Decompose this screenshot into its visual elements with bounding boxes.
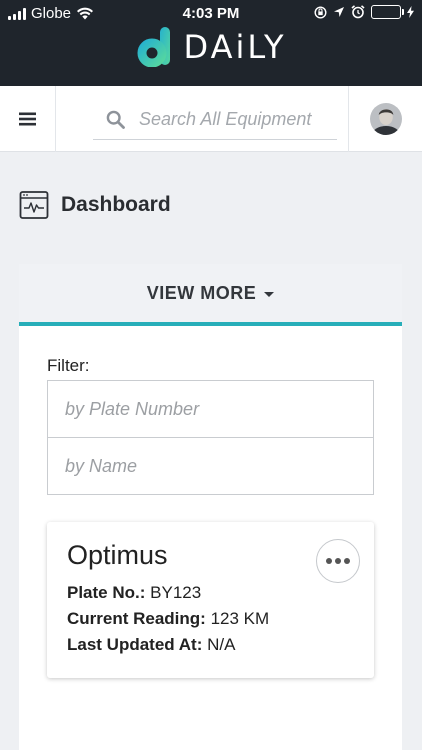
dashboard-header: Dashboard <box>19 190 171 220</box>
avatar-button[interactable] <box>348 86 422 152</box>
name-input[interactable] <box>48 438 373 494</box>
brand: DAiLY <box>0 24 422 70</box>
more-dot <box>344 558 350 564</box>
monitor-pulse-icon <box>19 191 49 219</box>
plate-filter-field[interactable] <box>47 380 374 438</box>
name-filter-field[interactable] <box>47 437 374 495</box>
search-bar[interactable] <box>93 100 337 140</box>
brand-name: DAiLY <box>183 28 287 66</box>
reading-label: Current Reading: <box>67 609 206 628</box>
navbar <box>0 86 422 152</box>
updated-value: N/A <box>207 635 236 654</box>
search-icon <box>106 110 125 129</box>
caret-down-icon <box>264 291 275 297</box>
plate-label: Plate No.: <box>67 583 146 602</box>
equipment-panel: Filter: Optimus Plate No.: BY123 Current… <box>19 326 402 750</box>
view-more-label: VIEW MORE <box>146 282 257 303</box>
equipment-card[interactable]: Optimus Plate No.: BY123 Current Reading… <box>47 522 374 678</box>
user-avatar[interactable] <box>369 102 403 136</box>
more-dot <box>326 558 332 564</box>
more-options-button[interactable] <box>316 539 360 583</box>
updated-row: Last Updated At: N/A <box>67 635 235 655</box>
charging-icon <box>407 6 414 18</box>
reading-value: 123 KM <box>210 609 270 628</box>
plate-number-input[interactable] <box>48 381 373 437</box>
view-more-button[interactable]: VIEW MORE <box>19 264 402 326</box>
updated-label: Last Updated At: <box>67 635 203 654</box>
status-right <box>314 5 414 19</box>
location-icon <box>334 7 344 17</box>
equipment-name: Optimus <box>67 540 168 570</box>
page-title: Dashboard <box>61 193 171 216</box>
battery-icon <box>371 5 404 19</box>
filter-label: Filter: <box>47 356 90 375</box>
plate-row: Plate No.: BY123 <box>67 583 201 603</box>
plate-value: BY123 <box>150 583 202 602</box>
daily-logo-icon <box>137 27 170 67</box>
menu-button[interactable] <box>0 86 56 152</box>
more-dot <box>335 558 341 564</box>
search-input[interactable] <box>139 109 329 130</box>
reading-row: Current Reading: 123 KM <box>67 609 269 629</box>
lock-rotation-icon <box>314 5 327 19</box>
hamburger-menu-icon[interactable] <box>19 112 36 126</box>
alarm-icon <box>351 5 365 19</box>
app-header: Globe 4:03 PM DAiLY <box>0 0 422 86</box>
